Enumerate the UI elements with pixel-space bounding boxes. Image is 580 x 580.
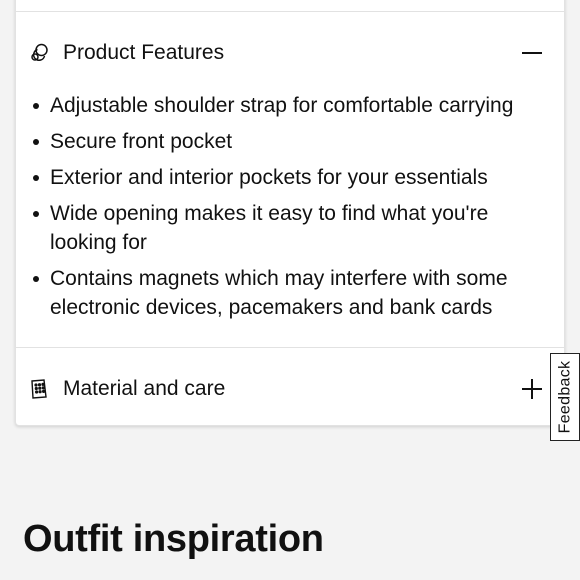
product-info-card: Product Features Adjustable shoulder str…: [15, 0, 565, 426]
divider: [16, 347, 564, 348]
plus-icon[interactable]: [520, 377, 544, 401]
feedback-button[interactable]: Feedback: [550, 353, 580, 441]
minus-icon[interactable]: [520, 41, 544, 65]
feedback-label: Feedback: [556, 360, 574, 434]
accordion-header-product-features[interactable]: Product Features: [16, 26, 564, 80]
accordion-title: Product Features: [63, 41, 225, 64]
list-item: Wide opening makes it easy to find what …: [28, 199, 548, 257]
list-item: Contains magnets which may interfere wit…: [28, 264, 548, 322]
accordion-header-material-care[interactable]: Material and care: [16, 362, 564, 416]
list-item: Adjustable shoulder strap for comfortabl…: [28, 91, 548, 120]
outfit-inspiration-heading: Outfit inspiration: [23, 518, 324, 560]
material-care-icon: [28, 378, 50, 400]
list-item: Secure front pocket: [28, 127, 548, 156]
accordion-title: Material and care: [63, 377, 226, 400]
features-list: Adjustable shoulder strap for comfortabl…: [28, 91, 548, 329]
divider: [16, 11, 564, 12]
list-item: Exterior and interior pockets for your e…: [28, 163, 548, 192]
product-features-icon: [28, 42, 50, 64]
